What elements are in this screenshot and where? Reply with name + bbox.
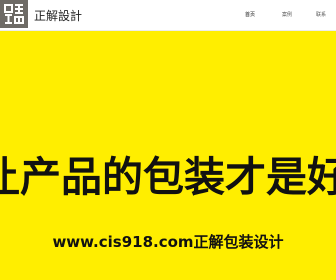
hero-headline: 让产品的包装才是好子 [0,153,336,201]
nav-item-home[interactable]: 首页 [245,11,255,18]
hero-subline: www.cis918.com正解包装设计 [52,233,284,251]
hero-banner[interactable]: 让产品的包装才是好子 www.cis918.com正解包装设计 [0,31,336,280]
main-nav: 首页 案例 联系 [0,11,336,23]
nav-item-cases[interactable]: 案例 [282,11,292,18]
nav-item-contact[interactable]: 联系 [316,11,326,18]
site-header: 正解設計 首页 案例 联系 [0,0,336,31]
